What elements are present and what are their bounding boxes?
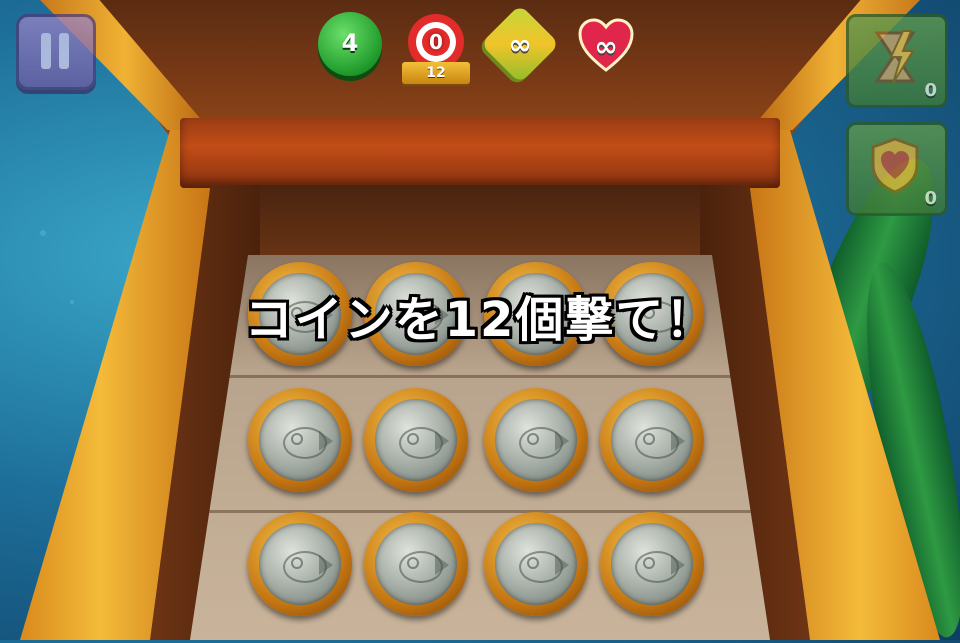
fish-coin[interactable] [364, 388, 468, 492]
fish-tail [555, 555, 569, 575]
fish-tail [319, 555, 333, 575]
coin-face [495, 523, 577, 605]
fish-eye [407, 557, 419, 569]
target-goal-ribbon: 12 [402, 62, 470, 84]
fish-eye [643, 433, 655, 445]
fish-tail [435, 555, 449, 575]
shield-count: 0 [924, 188, 937, 209]
heart-shield-icon [871, 137, 919, 194]
lives-value: ∞ [594, 30, 618, 63]
fish-eye [643, 557, 655, 569]
fish-coin[interactable] [248, 512, 352, 616]
bubble [40, 230, 46, 236]
chest-inner-back [210, 185, 750, 265]
objective-banner: コインを12個撃て！ [244, 292, 716, 348]
boost-indicator: ∞ [480, 4, 560, 84]
target-collected: 0 [429, 30, 443, 54]
plank-seam [190, 510, 770, 513]
plank-seam [190, 375, 770, 378]
fish-eye [291, 557, 303, 569]
fish-coin[interactable] [364, 512, 468, 616]
shield-powerup-button[interactable]: 0 [846, 122, 948, 216]
moves-counter: 4 [318, 12, 382, 76]
pause-button[interactable] [16, 14, 96, 90]
fish-eye [527, 433, 539, 445]
fish-coin[interactable] [484, 388, 588, 492]
fish-tail [555, 431, 569, 451]
fish-coin[interactable] [248, 388, 352, 492]
fish-tail [319, 431, 333, 451]
pause-icon [41, 33, 51, 69]
hourglass-powerup-button[interactable]: 0 [846, 14, 948, 108]
hourglass-count: 0 [924, 80, 937, 101]
pause-icon [59, 33, 69, 69]
coin-face [259, 399, 341, 481]
fish-eye [527, 557, 539, 569]
lives-indicator: ∞ [574, 14, 638, 78]
fish-coin[interactable] [484, 512, 588, 616]
fish-coin[interactable] [600, 512, 704, 616]
fish-eye [291, 433, 303, 445]
coin-face [495, 399, 577, 481]
hourglass-bolt-icon [874, 30, 916, 84]
coin-face [259, 523, 341, 605]
fish-coin[interactable] [600, 388, 704, 492]
coin-face [611, 399, 693, 481]
fish-tail [671, 431, 685, 451]
chest-rim [180, 118, 780, 188]
coin-face [375, 399, 457, 481]
target-goal: 12 [426, 65, 446, 81]
fish-tail [435, 431, 449, 451]
target-counter: 0 12 [402, 14, 470, 84]
boost-value: ∞ [508, 28, 532, 61]
moves-value: 4 [341, 29, 359, 57]
fish-eye [407, 433, 419, 445]
coin-face [611, 523, 693, 605]
fish-tail [671, 555, 685, 575]
coin-face [375, 523, 457, 605]
